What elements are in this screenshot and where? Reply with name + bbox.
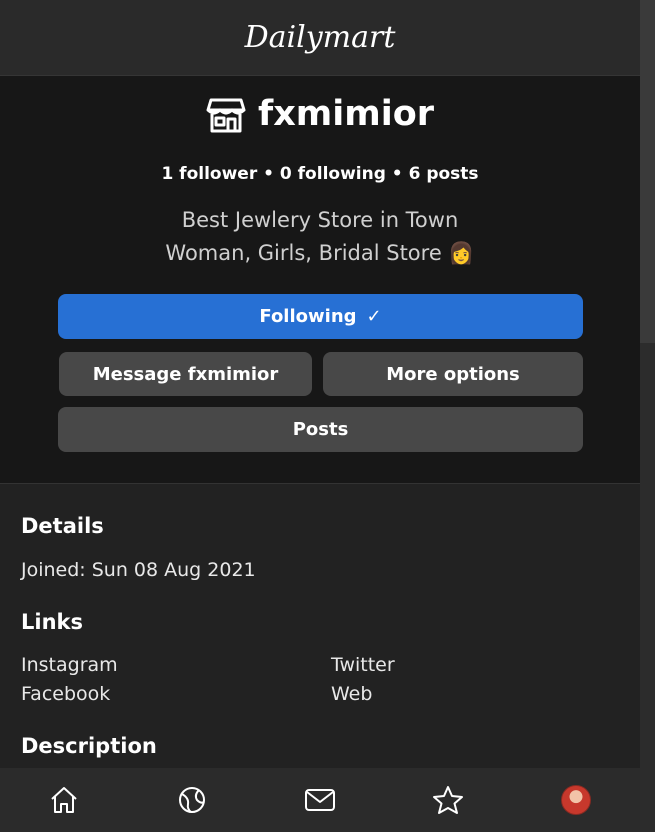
avatar: [561, 785, 591, 815]
nav-home[interactable]: [44, 780, 84, 820]
bio-line-1: Best Jewlery Store in Town: [181, 208, 459, 232]
nav-messages[interactable]: [300, 780, 340, 820]
nav-explore[interactable]: [172, 780, 212, 820]
details-section: Details Joined: Sun 08 Aug 2021 Links In…: [0, 484, 640, 768]
mail-icon: [305, 789, 335, 811]
following-label: Following: [259, 306, 357, 327]
app-header: Dailymart: [0, 0, 640, 76]
link-twitter[interactable]: Twitter: [331, 654, 395, 676]
message-button[interactable]: Message fxmimior: [59, 352, 312, 396]
app-window: Dailymart fxmimior 1 follower • 0 follow…: [0, 0, 655, 832]
nav-profile[interactable]: [556, 780, 596, 820]
profile-stats: 1 follower • 0 following • 6 posts: [161, 164, 479, 184]
link-web[interactable]: Web: [331, 683, 372, 705]
scrollbar-thumb[interactable]: [640, 0, 655, 343]
link-instagram[interactable]: Instagram: [21, 654, 118, 676]
details-title: Details: [21, 514, 104, 538]
star-icon: [433, 786, 463, 814]
check-icon: ✓: [366, 306, 382, 327]
links-title: Links: [21, 610, 83, 634]
joined-date: Joined: Sun 08 Aug 2021: [21, 559, 256, 581]
bottom-nav: [0, 768, 640, 832]
globe-icon: [179, 787, 205, 813]
profile-name-row: fxmimior: [0, 94, 640, 134]
description-title: Description: [21, 734, 157, 758]
app-logo[interactable]: Dailymart: [245, 20, 396, 55]
nav-favorites[interactable]: [428, 780, 468, 820]
bio-line-2: Woman, Girls, Bridal Store 👩: [165, 241, 475, 265]
more-options-button[interactable]: More options: [323, 352, 583, 396]
home-icon: [51, 787, 77, 813]
storefront-icon: [206, 98, 246, 133]
profile-header: fxmimior 1 follower • 0 following • 6 po…: [0, 76, 640, 484]
store-name: fxmimior: [257, 94, 435, 134]
posts-button[interactable]: Posts: [58, 407, 583, 452]
following-button[interactable]: Following ✓: [58, 294, 583, 339]
profile-bio: Best Jewlery Store in Town Woman, Girls,…: [0, 204, 640, 270]
link-facebook[interactable]: Facebook: [21, 683, 110, 705]
